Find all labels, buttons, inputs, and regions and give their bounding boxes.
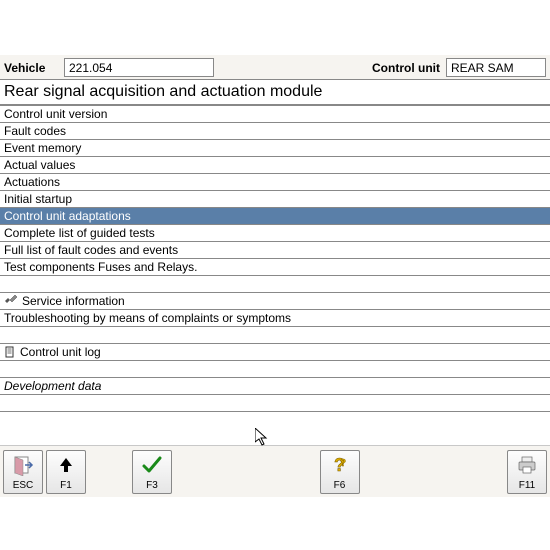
- separator-row: [0, 361, 550, 378]
- page-title: Rear signal acquisition and actuation mo…: [0, 79, 550, 105]
- control-unit-label: Control unit: [372, 61, 440, 75]
- menu-item-control-unit-log[interactable]: Control unit log: [0, 344, 550, 361]
- menu-item-full-fault-list[interactable]: Full list of fault codes and events: [0, 242, 550, 259]
- f6-label: F6: [334, 480, 346, 491]
- menu-item-actual-values[interactable]: Actual values: [0, 157, 550, 174]
- control-unit-value-box[interactable]: REAR SAM: [446, 58, 546, 77]
- vehicle-value-box[interactable]: 221.054: [64, 58, 214, 77]
- menu-item-control-unit-version[interactable]: Control unit version: [0, 106, 550, 123]
- document-icon: [4, 346, 16, 358]
- separator-row: [0, 395, 550, 412]
- f3-label: F3: [146, 480, 158, 491]
- arrow-up-icon: [54, 453, 78, 477]
- menu-item-event-memory[interactable]: Event memory: [0, 140, 550, 157]
- wrench-icon: [4, 295, 18, 307]
- svg-text:?: ?: [340, 458, 346, 469]
- separator-row: [0, 276, 550, 293]
- separator-row: [0, 327, 550, 344]
- check-icon: [140, 453, 164, 477]
- menu-item-fault-codes[interactable]: Fault codes: [0, 123, 550, 140]
- help-icon: ? ?: [328, 453, 352, 477]
- f3-button[interactable]: F3: [132, 450, 172, 494]
- exit-icon: [11, 453, 35, 477]
- menu-item-troubleshooting[interactable]: Troubleshooting by means of complaints o…: [0, 310, 550, 327]
- header-row: Vehicle 221.054 Control unit REAR SAM: [0, 55, 550, 79]
- menu-list: Control unit version Fault codes Event m…: [0, 105, 550, 445]
- f11-button[interactable]: F11: [507, 450, 547, 494]
- f1-button[interactable]: F1: [46, 450, 86, 494]
- vehicle-value: 221.054: [69, 61, 112, 75]
- function-key-bar: ESC F1 F3 ? ?: [0, 445, 550, 497]
- menu-item-actuations[interactable]: Actuations: [0, 174, 550, 191]
- f11-label: F11: [519, 480, 536, 491]
- esc-label: ESC: [13, 480, 34, 491]
- menu-item-development-data[interactable]: Development data: [0, 378, 550, 395]
- vehicle-label: Vehicle: [4, 61, 60, 75]
- menu-item-initial-startup[interactable]: Initial startup: [0, 191, 550, 208]
- menu-item-service-info[interactable]: Service information: [0, 293, 550, 310]
- menu-item-control-unit-adaptations[interactable]: Control unit adaptations: [0, 208, 550, 225]
- f6-button[interactable]: ? ? F6: [320, 450, 360, 494]
- esc-button[interactable]: ESC: [3, 450, 43, 494]
- control-unit-value: REAR SAM: [451, 61, 514, 75]
- menu-item-test-fuses-relays[interactable]: Test components Fuses and Relays.: [0, 259, 550, 276]
- menu-item-guided-tests[interactable]: Complete list of guided tests: [0, 225, 550, 242]
- diagnostic-window: Vehicle 221.054 Control unit REAR SAM Re…: [0, 55, 550, 497]
- f1-label: F1: [60, 480, 72, 491]
- printer-icon: [515, 453, 539, 477]
